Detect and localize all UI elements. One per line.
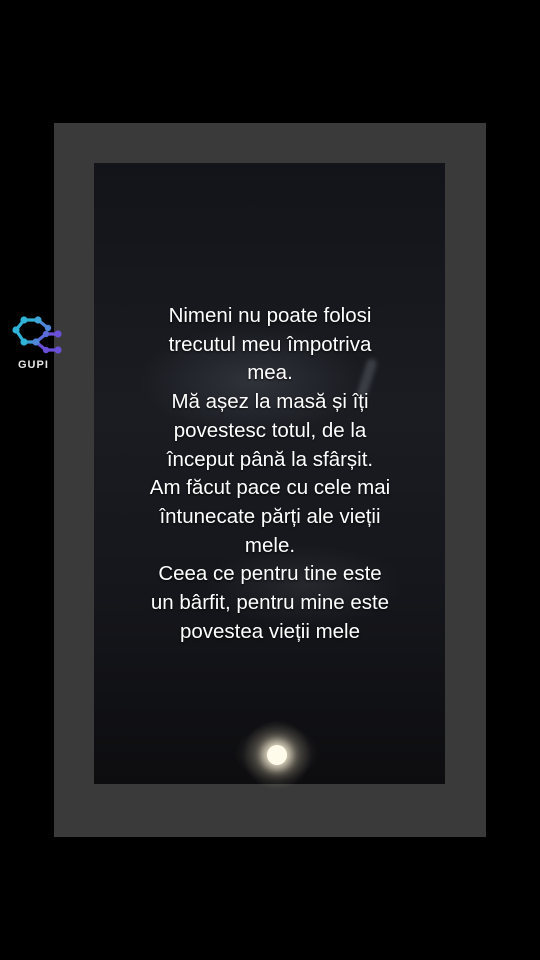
quote-line: mea.: [247, 361, 293, 385]
quote-line: început până la sfârșit.: [166, 447, 374, 471]
quote-line: Nimeni nu poate folosi: [168, 304, 372, 327]
quote-text: Nimeni nu poate folosi trecutul meu împo…: [100, 302, 440, 646]
quote-line: trecutul meu împotriva: [168, 332, 372, 356]
quote-line: povestesc totul, de la: [173, 418, 367, 442]
moon: [267, 745, 287, 765]
quote-line: un bârfit, pentru mine este: [150, 591, 390, 615]
quote-line: povestea vieții mele: [179, 619, 361, 643]
quote-line: Ceea ce pentru tine este: [158, 562, 382, 586]
quote-line: Am făcut pace cu cele mai: [149, 476, 391, 500]
gupi-logo-icon: [12, 316, 62, 354]
gupi-watermark: GUPI: [12, 312, 68, 376]
watermark-label: GUPI: [18, 359, 49, 371]
quote-line: mele.: [244, 533, 296, 557]
quote-line: întunecate părți ale vieții: [159, 504, 381, 528]
screen: Nimeni nu poate folosi trecutul meu împo…: [0, 0, 540, 960]
quote-line: Mă așez la masă și îți: [171, 390, 369, 414]
